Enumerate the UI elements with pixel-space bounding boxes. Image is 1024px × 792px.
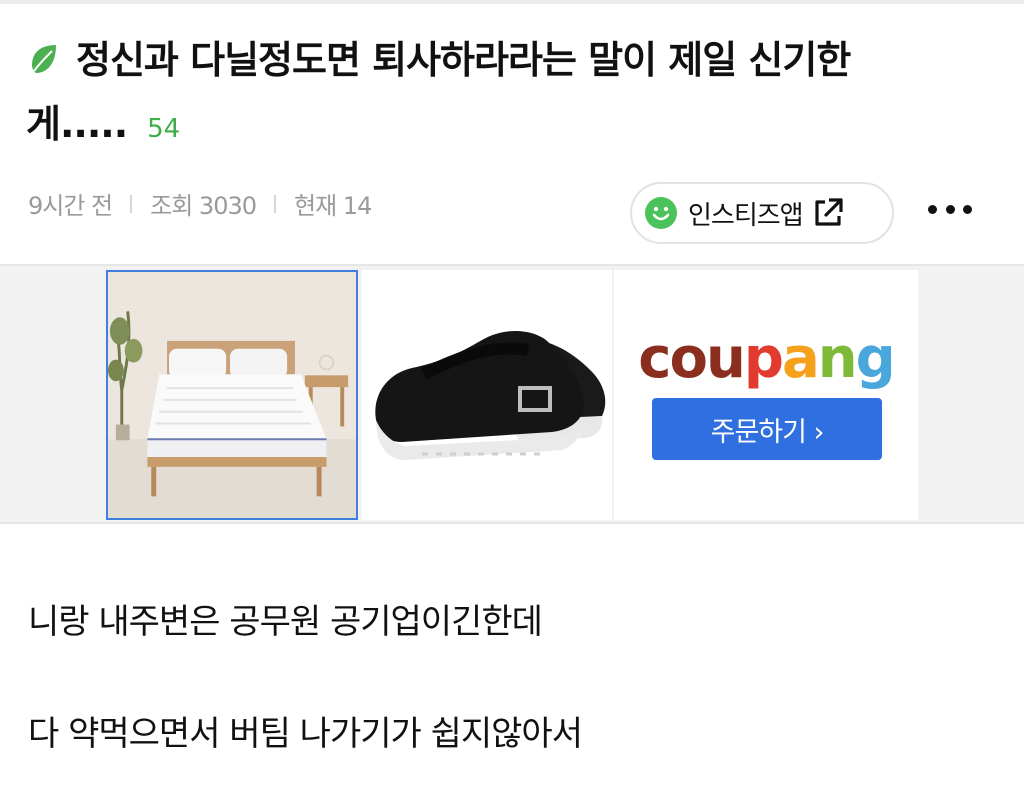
smile-icon — [645, 197, 677, 229]
more-icon[interactable] — [928, 196, 972, 222]
post-time: 9시간 전 — [28, 192, 113, 220]
comment-count[interactable]: 54 — [147, 114, 180, 144]
order-button[interactable]: 주문하기 › — [652, 398, 882, 460]
ad-product-bed[interactable] — [106, 270, 358, 520]
more-dot — [963, 204, 972, 214]
leaf-icon — [32, 45, 56, 73]
app-button-label: 인스티즈앱 — [688, 200, 804, 231]
coupang-logo: coupang — [614, 326, 918, 391]
ad-coupang-card[interactable]: coupang 주문하기 › — [614, 270, 918, 520]
logo-letter: n — [817, 326, 858, 391]
instiz-app-button[interactable]: 인스티즈앱 — [630, 182, 894, 244]
external-link-icon — [815, 198, 843, 226]
shoe-product-image — [362, 270, 612, 520]
logo-letter: g — [855, 326, 896, 391]
view-count: 조회 3030 — [150, 192, 257, 220]
logo-letter: u — [705, 326, 746, 391]
post-body-line: 다 약먹으면서 버팀 나가기가 쉽지않아서 — [28, 714, 583, 754]
meta-divider — [274, 194, 277, 213]
post-body-line: 니랑 내주변은 공무원 공기업이긴한데 — [28, 602, 543, 642]
logo-letter: c — [638, 326, 671, 391]
logo-letter: o — [669, 326, 708, 391]
current-viewers: 현재 14 — [294, 192, 372, 220]
more-dot — [945, 204, 955, 214]
post-title: 정신과 다닐정도면 퇴사하라라는 말이 제일 신기한 게..... 54 — [26, 28, 926, 161]
logo-letter: a — [781, 326, 820, 391]
top-divider — [0, 0, 1024, 4]
logo-letter: p — [743, 326, 784, 391]
ad-product-shoes[interactable] — [362, 270, 612, 520]
meta-divider — [130, 194, 133, 213]
post-meta: 9시간 전 조회 3030 현재 14 — [28, 186, 372, 221]
more-dot — [928, 204, 937, 214]
bed-product-image — [108, 272, 356, 518]
